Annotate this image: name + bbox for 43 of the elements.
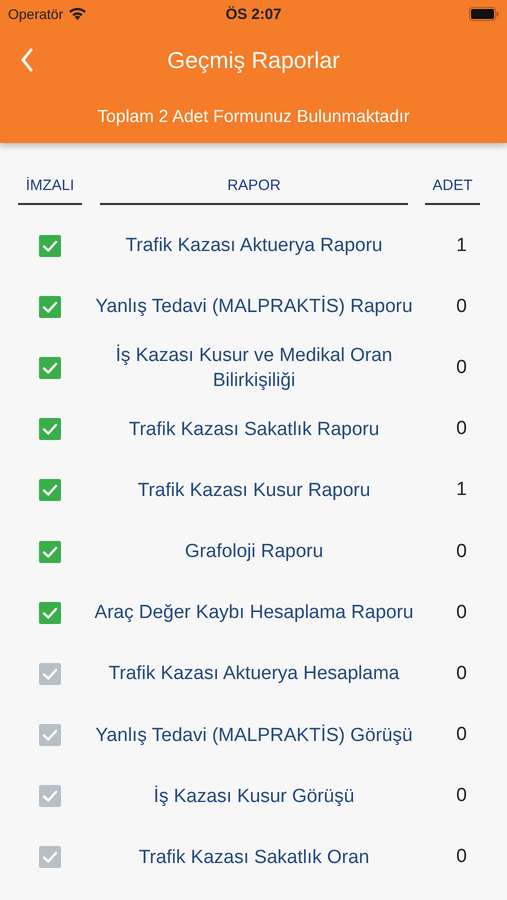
report-count: 0: [455, 662, 468, 685]
battery-icon: [469, 7, 499, 21]
report-name: Trafik Kazası Kusur Raporu: [136, 478, 372, 503]
report-name: Araç Değer Kaybı Hesaplama Raporu: [94, 601, 414, 626]
report-count: 0: [455, 602, 468, 624]
report-name: İş Kazası Kusur ve Medikal Oran Bilirkişiliği: [114, 344, 394, 393]
report-count: 0: [455, 296, 468, 318]
signed-checkbox[interactable]: [39, 662, 61, 685]
wifi-icon: [68, 7, 88, 21]
report-name: İş Kazası Kusur Görüşü: [152, 784, 356, 809]
report-count: 0: [455, 724, 468, 746]
report-name: Yanlış Tedavi (MALPRAKTİS) Raporu: [94, 294, 414, 320]
signed-checkbox[interactable]: [39, 418, 61, 440]
report-count: 1: [455, 234, 468, 257]
signed-checkbox[interactable]: [39, 296, 61, 318]
report-name: Trafik Kazası Sakatlık Oran: [138, 846, 370, 870]
report-count: 0: [455, 540, 468, 563]
signed-checkbox[interactable]: [39, 724, 61, 746]
signed-checkbox[interactable]: [39, 234, 61, 257]
signed-checkbox[interactable]: [39, 785, 61, 808]
page-title: Geçmiş Raporlar: [167, 46, 340, 74]
column-header: ADET: [425, 177, 480, 205]
report-name: Trafik Kazası Aktuerya Raporu: [124, 234, 384, 258]
signed-checkbox[interactable]: [39, 479, 61, 502]
signed-checkbox[interactable]: [39, 356, 61, 379]
report-name: Trafik Kazası Aktuerya Hesaplama: [108, 662, 400, 686]
column-header: İMZALI: [18, 177, 82, 205]
report-count: 1: [455, 479, 468, 502]
report-name: Trafik Kazası Sakatlık Raporu: [128, 418, 380, 442]
back-icon[interactable]: [20, 48, 34, 72]
column-header: RAPOR: [100, 177, 408, 205]
report-count: 0: [455, 785, 468, 808]
signed-checkbox[interactable]: [39, 540, 61, 563]
carrier-label: Operatör: [8, 6, 64, 22]
signed-checkbox[interactable]: [39, 602, 61, 624]
signed-checkbox[interactable]: [39, 846, 61, 868]
report-count: 0: [455, 846, 468, 868]
report-name: Grafoloji Raporu: [184, 540, 324, 564]
status-time: ÖS 2:07: [226, 6, 282, 22]
report-count: 0: [455, 356, 468, 379]
report-name: Yanlış Tedavi (MALPRAKTİS) Görüşü: [94, 724, 414, 748]
report-count: 0: [455, 418, 468, 440]
form-count-text: Toplam 2 Adet Formunuz Bulunmaktadır: [96, 105, 411, 128]
